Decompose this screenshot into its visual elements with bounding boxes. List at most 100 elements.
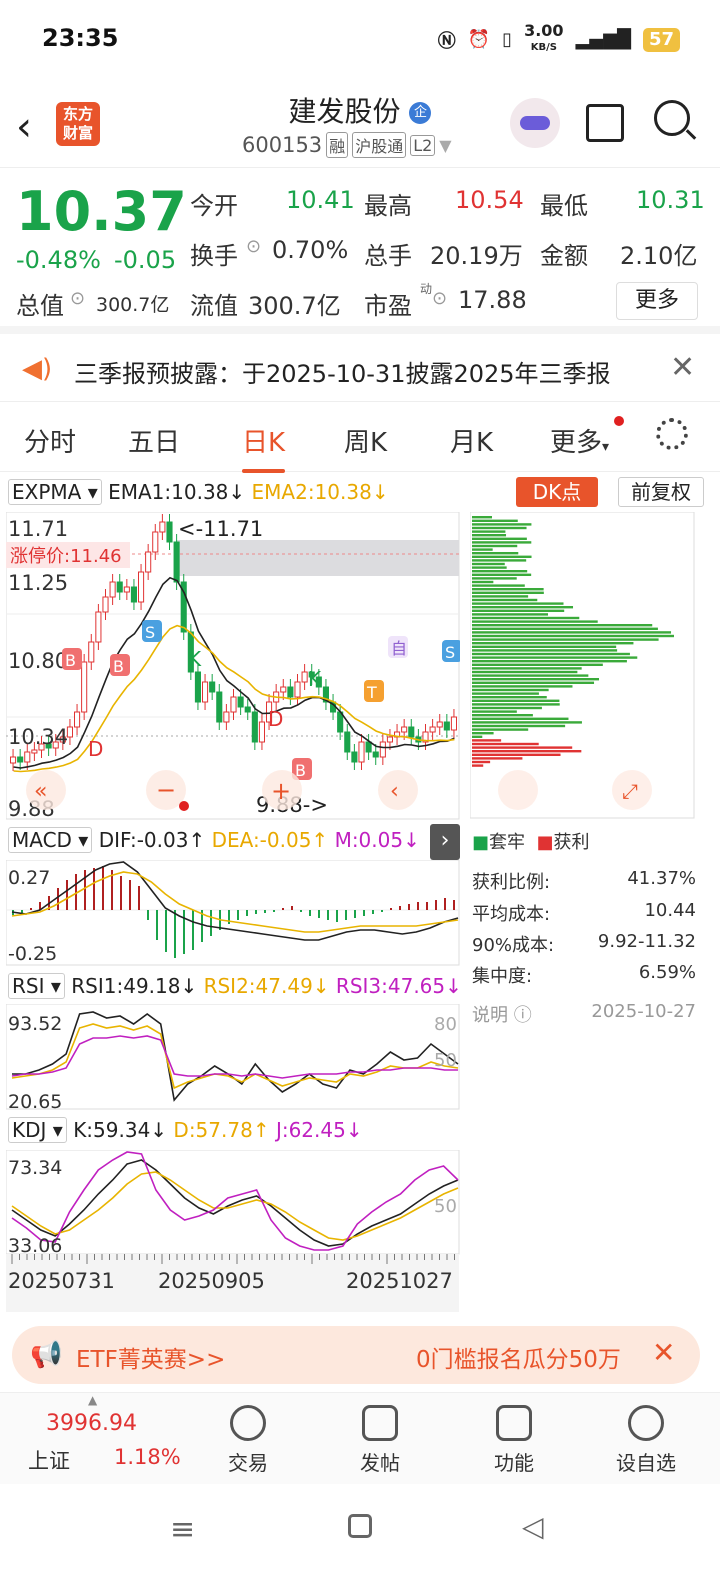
ema-indicator-row: EXPMA ▾ EMA1:10.38↓ EMA2:10.38↓ — [8, 479, 389, 505]
promo-banner[interactable]: 📢 ETF菁英赛>> 0门槛报名瓜分50万 ✕ — [12, 1326, 700, 1384]
chip-bar — [472, 537, 527, 540]
chip-bar — [472, 724, 566, 728]
info-icon[interactable]: ⊙ — [70, 288, 85, 309]
macd-bar — [57, 888, 59, 910]
volume-value: 20.19万 — [430, 242, 523, 270]
rsi-selector[interactable]: RSI ▾ — [8, 973, 65, 999]
share-icon[interactable] — [586, 104, 624, 142]
signal-marker: 自 — [391, 639, 407, 658]
tab-weekly-k[interactable]: 周K — [344, 422, 387, 459]
tab-daily-k[interactable]: 日K — [242, 422, 286, 473]
j-value: J:62.45↓ — [275, 1118, 363, 1142]
candle-body — [216, 691, 223, 723]
y-axis-2: 11.25 — [8, 571, 68, 595]
kdj-axis-bottom: 33.06 — [8, 1235, 62, 1257]
nav-trade[interactable]: 交易 — [198, 1405, 298, 1476]
macd-bar — [165, 910, 167, 952]
candle-body — [10, 756, 17, 764]
macd-bar — [408, 904, 410, 910]
candle-body — [379, 741, 386, 758]
index-value[interactable]: 3996.94 — [46, 1411, 137, 1436]
adjust-button[interactable]: 前复权 — [618, 477, 704, 507]
chip-bar — [472, 764, 484, 767]
candle-body — [358, 741, 365, 763]
chip-bar — [472, 688, 549, 692]
amount-label: 金额 — [540, 242, 588, 270]
nav-function[interactable]: 功能 — [464, 1405, 564, 1476]
chip-bar — [472, 634, 674, 638]
home-icon[interactable] — [348, 1514, 372, 1538]
high-label: 最高 — [364, 192, 412, 220]
candle-body — [344, 731, 351, 753]
macd-chart: 0.27 -0.25 — [6, 860, 460, 966]
chip-bar — [472, 739, 502, 742]
stock-code-row[interactable]: 600153 融 沪股通 L2 ▼ — [242, 132, 452, 158]
tab-monthly-k[interactable]: 月K — [450, 422, 493, 459]
back-nav-icon[interactable]: ◁ — [522, 1510, 544, 1543]
chip-bar — [472, 526, 527, 530]
expand-arrow-button[interactable]: › — [430, 824, 460, 860]
dropdown-icon[interactable]: ▼ — [439, 136, 451, 155]
chip-legend: ■套牢 ■获利 — [472, 832, 590, 853]
macd-selector[interactable]: MACD ▾ — [8, 827, 93, 853]
tab-5day[interactable]: 五日 — [128, 422, 180, 459]
chip-bar — [472, 631, 672, 634]
candle-body — [95, 611, 102, 643]
kdj-axis-top: 73.34 — [8, 1157, 62, 1179]
rsi2-value: RSI2:47.49↓ — [203, 974, 330, 998]
ema2-value: EMA2:10.38↓ — [251, 480, 389, 504]
settings-icon[interactable] — [656, 418, 688, 450]
chip-bar — [472, 606, 574, 609]
ema-selector[interactable]: EXPMA ▾ — [8, 479, 102, 505]
dif-value: DIF:-0.03↑ — [98, 828, 206, 852]
turnover-value: 0.70% — [272, 236, 349, 264]
macd-bar — [372, 910, 374, 914]
info-icon[interactable]: ⊙ — [432, 288, 447, 309]
rsi-axis-bottom: 20.65 — [8, 1091, 62, 1110]
dk-point-button[interactable]: DK点 — [516, 477, 598, 507]
rsi-80: 80 — [434, 1014, 457, 1035]
chip-bar — [472, 706, 542, 710]
assistant-robot-icon[interactable] — [510, 98, 560, 148]
nav-add-watch[interactable]: 设自选 — [596, 1405, 696, 1476]
notice-bar[interactable]: ◀) 三季报预披露：于2025-10-31披露2025年三季报 ✕ — [0, 336, 720, 402]
info-icon[interactable]: ⊙ — [246, 236, 261, 257]
search-icon[interactable] — [654, 100, 690, 136]
chip-bar — [472, 649, 618, 652]
close-icon[interactable]: ✕ — [670, 350, 695, 385]
candle-body — [166, 521, 173, 543]
macd-bar — [300, 910, 302, 912]
candle-body — [209, 681, 216, 693]
date-label-3: 20251027 — [346, 1269, 453, 1293]
promo-right-text: 0门槛报名瓜分50万 — [416, 1347, 621, 1373]
chip-note-row[interactable]: 说明 ⓘ 2025-10-27 — [472, 1001, 696, 1027]
close-icon[interactable]: ✕ — [652, 1336, 675, 1369]
candle-body — [130, 586, 137, 603]
tab-more[interactable]: 更多▾ — [550, 422, 609, 459]
signal-marker: B — [113, 657, 124, 676]
chip-bar — [472, 699, 560, 702]
candle-body — [401, 726, 408, 733]
plus-icon: + — [271, 777, 291, 805]
candle-body — [372, 751, 379, 758]
chip-distribution-chart[interactable]: ⤢ — [470, 512, 696, 820]
more-button[interactable]: 更多 — [616, 282, 698, 320]
candle-body — [152, 531, 159, 553]
macd-bar — [210, 910, 212, 936]
kdj-indicator-row: KDJ ▾ K:59.34↓ D:57.78↑ J:62.45↓ — [8, 1117, 363, 1143]
signal-marker: K — [308, 667, 322, 691]
stock-code: 600153 — [242, 133, 323, 157]
nav-post[interactable]: 发帖 — [330, 1405, 430, 1476]
rsi-50: 50 — [434, 1050, 457, 1071]
tab-intraday[interactable]: 分时 — [24, 422, 76, 459]
chip-expand-button[interactable] — [498, 770, 538, 810]
macd-bar — [390, 908, 392, 910]
menu-icon[interactable]: ≡ — [170, 1512, 195, 1547]
kline-chart[interactable]: 11.71 涨停价:11.46 11.25 10.80 10.34 9.88 <… — [6, 512, 460, 820]
candle-body — [365, 741, 372, 753]
chip-bar — [472, 616, 580, 620]
rsi3-value: RSI3:47.65↓ — [335, 974, 462, 998]
candle-body — [116, 581, 123, 593]
index-pct: 1.18% — [114, 1445, 181, 1469]
kdj-selector[interactable]: KDJ ▾ — [8, 1117, 67, 1143]
